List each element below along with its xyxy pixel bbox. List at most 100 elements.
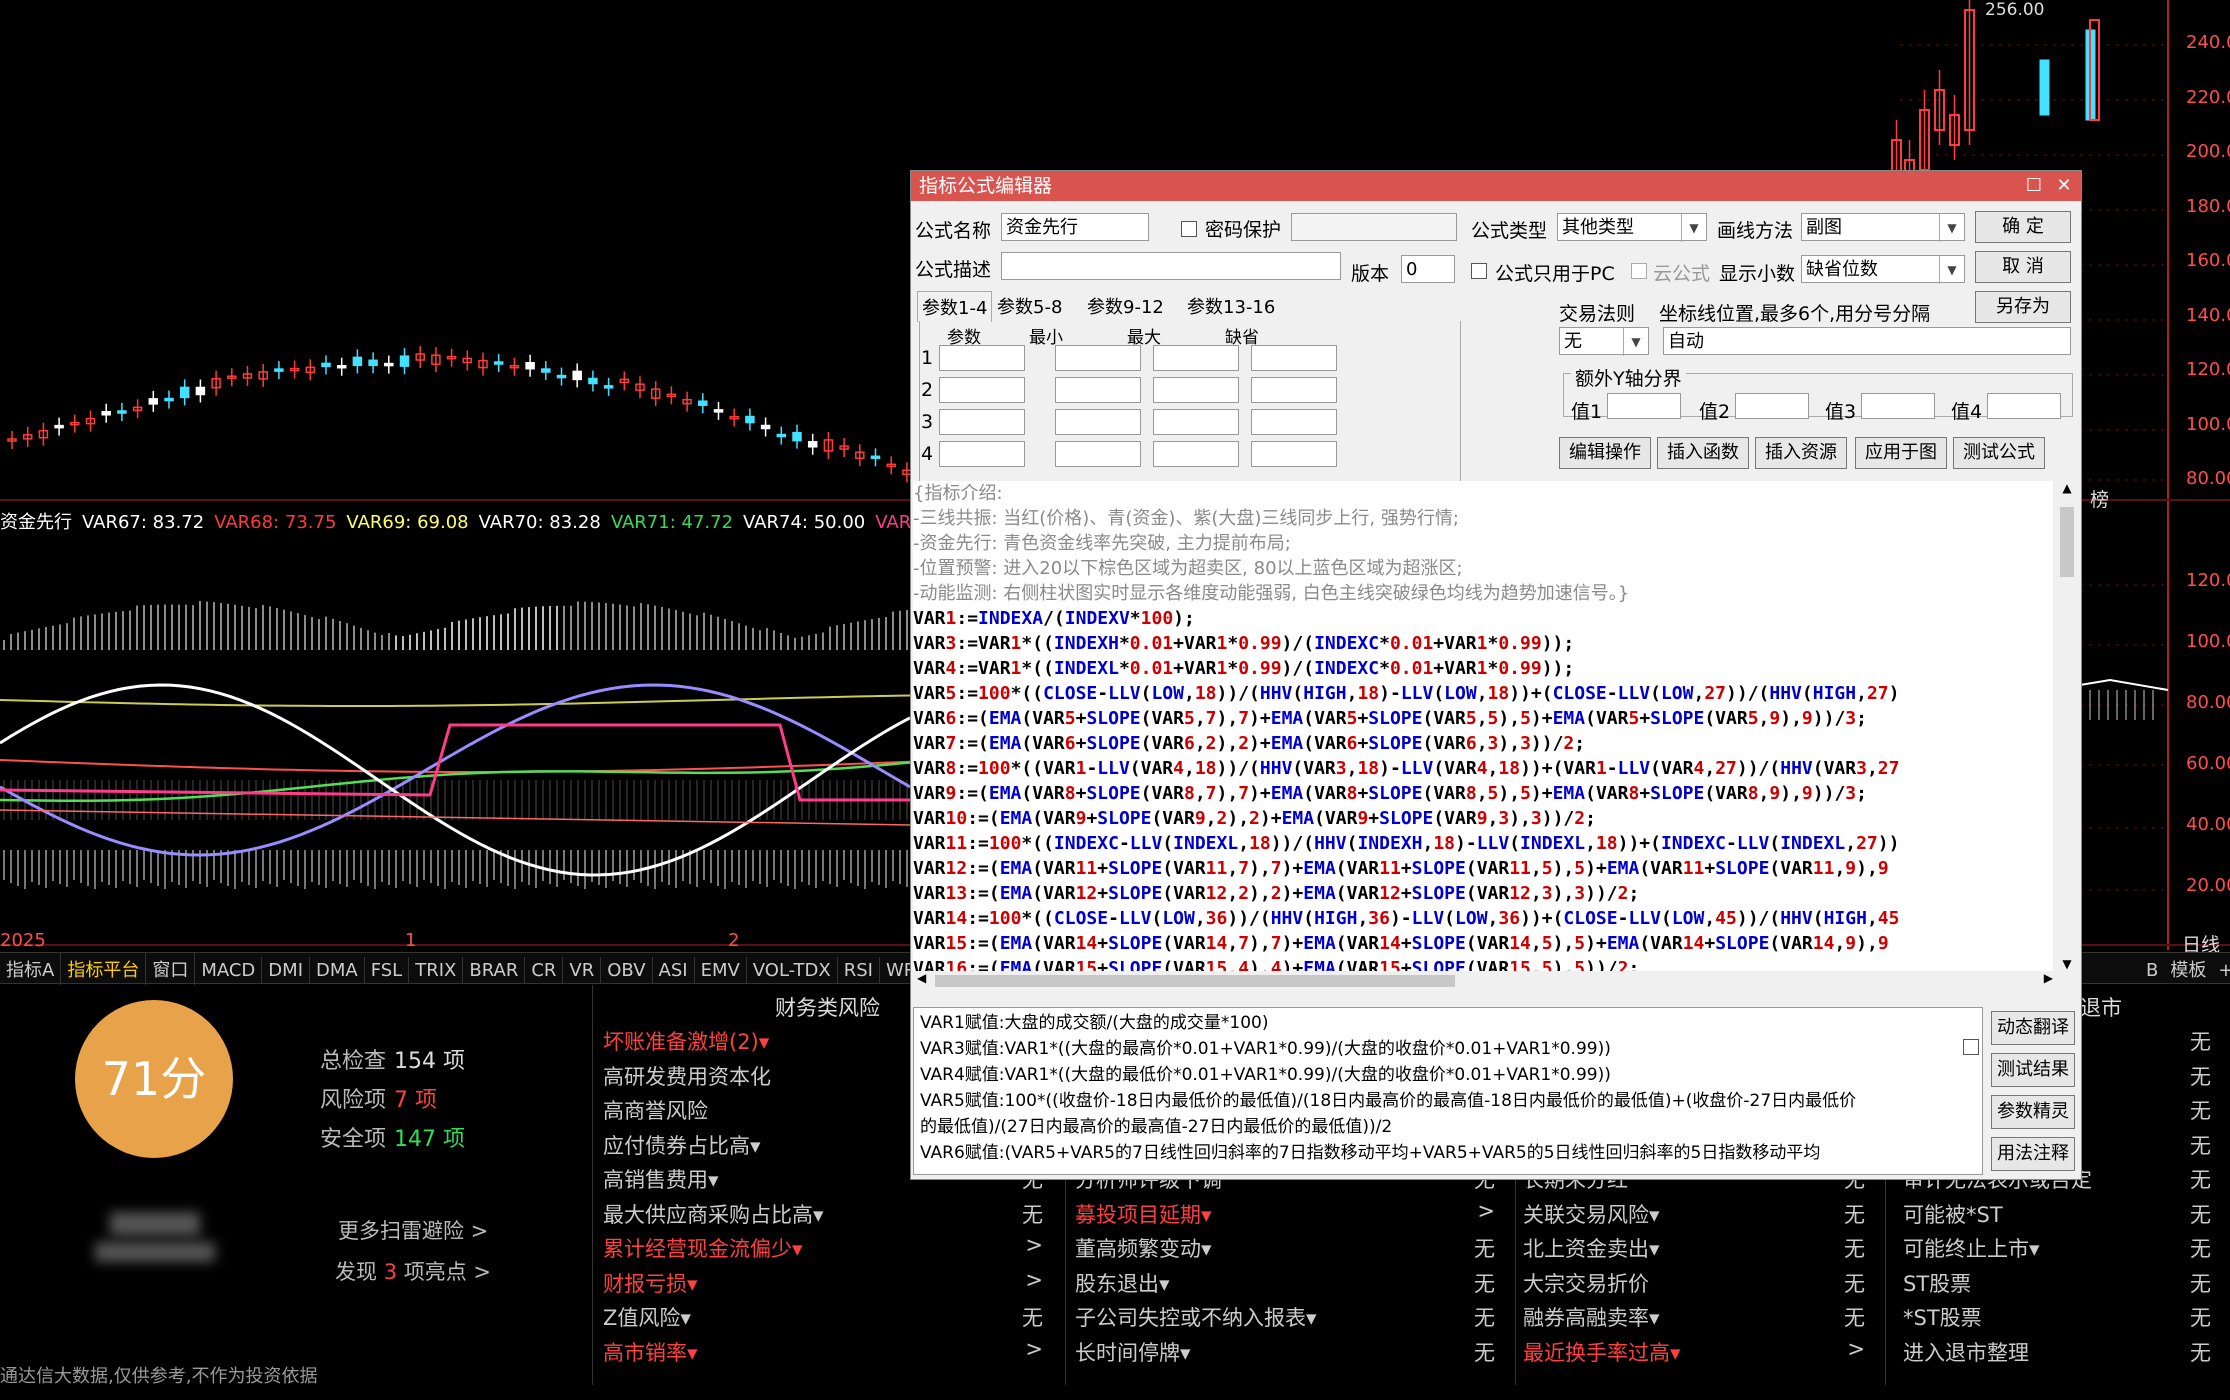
y-axis-value-input[interactable]: [1861, 393, 1935, 419]
scroll-thumb[interactable]: [2060, 507, 2074, 577]
risk-item[interactable]: 累计经营现金流偏少▾ >: [603, 1233, 1053, 1263]
tab-cr[interactable]: CR: [525, 957, 564, 984]
cloud-formula-checkbox[interactable]: [1631, 263, 1647, 279]
trade-rule-select[interactable]: 无 ▼: [1559, 327, 1649, 356]
tab-vol-tdx[interactable]: VOL-TDX: [747, 957, 838, 984]
risk-item[interactable]: 董高频繁变动▾ 无: [1075, 1233, 1505, 1263]
code-horizontal-scrollbar[interactable]: ◀ ▶: [913, 971, 2057, 991]
translation-checkbox[interactable]: [1963, 1039, 1979, 1055]
param-cell[interactable]: [1251, 377, 1337, 403]
pc-only-checkbox[interactable]: [1471, 263, 1487, 279]
risk-item[interactable]: 大宗交易折价 无: [1523, 1268, 1875, 1298]
param-cell[interactable]: [939, 441, 1025, 467]
action-button[interactable]: 应用于图: [1855, 437, 1947, 469]
tab-fsl[interactable]: FSL: [365, 957, 410, 984]
tab-obv[interactable]: OBV: [601, 957, 653, 984]
tab-指标a[interactable]: 指标A: [0, 953, 62, 985]
coord-line-input[interactable]: 自动: [1663, 327, 2071, 355]
save-as-button[interactable]: 另存为: [1975, 291, 2071, 323]
param-tab[interactable]: 参数9-12: [1083, 291, 1168, 321]
risk-item[interactable]: 可能终止上市▾ 无: [1903, 1233, 2221, 1263]
tab-rsi[interactable]: RSI: [838, 957, 880, 984]
chevron-down-icon[interactable]: ▼: [1623, 328, 1648, 356]
param-cell[interactable]: [1055, 377, 1141, 403]
decimals-select[interactable]: 缺省位数 ▼: [1801, 255, 1965, 284]
side-button[interactable]: 用法注释: [1991, 1137, 2075, 1171]
param-cell[interactable]: [1153, 345, 1239, 371]
tab-macd[interactable]: MACD: [195, 957, 263, 984]
param-cell[interactable]: [1153, 409, 1239, 435]
more-scan-link[interactable]: 更多扫雷避险 >: [338, 1215, 488, 1245]
tab-emv[interactable]: EMV: [695, 957, 747, 984]
tab-trix[interactable]: TRIX: [409, 957, 464, 984]
dialog-titlebar[interactable]: 指标公式编辑器 ☐ ✕: [911, 171, 2081, 201]
tab-right-item[interactable]: +: [2212, 957, 2230, 984]
formula-desc-input[interactable]: [1001, 252, 1341, 280]
param-tab[interactable]: 参数13-16: [1183, 291, 1279, 321]
formula-name-input[interactable]: 资金先行: [1001, 213, 1149, 241]
formula-code-editor[interactable]: {指标介绍: -三线共振: 当红(价格)、青(资金)、紫(大盘)三线同步上行, 强…: [913, 481, 2053, 971]
highlights-link[interactable]: 发现 3 项亮点 >: [335, 1256, 491, 1286]
tab-指标平台[interactable]: 指标平台: [61, 953, 147, 985]
cancel-button[interactable]: 取 消: [1975, 251, 2071, 283]
risk-item[interactable]: ST股票 无: [1903, 1268, 2221, 1298]
risk-item[interactable]: 融券高融卖率▾ 无: [1523, 1302, 1875, 1332]
ok-button[interactable]: 确 定: [1975, 211, 2071, 243]
tab-asi[interactable]: ASI: [653, 957, 695, 984]
y-axis-value-input[interactable]: [1607, 393, 1681, 419]
param-cell[interactable]: [1055, 409, 1141, 435]
param-cell[interactable]: [1251, 345, 1337, 371]
tab-right-item[interactable]: B: [2140, 957, 2164, 984]
param-cell[interactable]: [1251, 409, 1337, 435]
dynamic-translation-pane[interactable]: VAR1赋值:大盘的成交额/(大盘的成交量*100) VAR3赋值:VAR1*((…: [913, 1007, 1983, 1175]
maximize-icon[interactable]: ☐: [2019, 171, 2049, 201]
version-input[interactable]: 0: [1401, 255, 1455, 283]
risk-item[interactable]: 长时间停牌▾ 无: [1075, 1337, 1505, 1367]
scroll-thumb[interactable]: [935, 975, 1455, 987]
tab-brar[interactable]: BRAR: [463, 957, 526, 984]
tab-dmi[interactable]: DMI: [262, 957, 310, 984]
param-cell[interactable]: [1153, 377, 1239, 403]
tab-窗口[interactable]: 窗口: [146, 953, 196, 985]
risk-item[interactable]: 最近换手率过高▾ >: [1523, 1337, 1875, 1367]
risk-item[interactable]: 北上资金卖出▾ 无: [1523, 1233, 1875, 1263]
scroll-down-icon[interactable]: ▼: [2057, 957, 2077, 971]
param-cell[interactable]: [939, 345, 1025, 371]
action-button[interactable]: 插入资源: [1755, 437, 1847, 469]
risk-item[interactable]: 股东退出▾ 无: [1075, 1268, 1505, 1298]
param-cell[interactable]: [1055, 345, 1141, 371]
tab-vr[interactable]: VR: [563, 957, 602, 984]
side-button[interactable]: 动态翻译: [1991, 1011, 2075, 1045]
risk-item[interactable]: 进入退市整理 无: [1903, 1337, 2221, 1367]
chevron-down-icon[interactable]: ▼: [1681, 214, 1706, 242]
draw-method-select[interactable]: 副图 ▼: [1801, 213, 1965, 242]
param-tab[interactable]: 参数1-4: [917, 291, 993, 322]
risk-item[interactable]: 高市销率▾ >: [603, 1337, 1053, 1367]
chevron-down-icon[interactable]: ▼: [1939, 256, 1964, 284]
side-button[interactable]: 测试结果: [1991, 1053, 2075, 1087]
risk-item[interactable]: 募投项目延期▾ >: [1075, 1199, 1505, 1229]
risk-item[interactable]: 子公司失控或不纳入报表▾ 无: [1075, 1302, 1505, 1332]
risk-item[interactable]: 可能被*ST 无: [1903, 1199, 2221, 1229]
side-button[interactable]: 参数精灵: [1991, 1095, 2075, 1129]
password-input[interactable]: [1291, 213, 1457, 241]
param-cell[interactable]: [939, 377, 1025, 403]
risk-item[interactable]: Z值风险▾ 无: [603, 1302, 1053, 1332]
param-cell[interactable]: [939, 409, 1025, 435]
param-cell[interactable]: [1153, 441, 1239, 467]
param-cell[interactable]: [1251, 441, 1337, 467]
action-button[interactable]: 编辑操作: [1559, 437, 1651, 469]
action-button[interactable]: 测试公式: [1953, 437, 2045, 469]
param-tab[interactable]: 参数5-8: [993, 291, 1066, 321]
code-vertical-scrollbar[interactable]: ▲ ▼: [2057, 481, 2077, 971]
param-cell[interactable]: [1055, 441, 1141, 467]
password-checkbox[interactable]: [1181, 221, 1197, 237]
formula-type-select[interactable]: 其他类型 ▼: [1557, 213, 1707, 242]
scroll-left-icon[interactable]: ◀: [917, 971, 926, 985]
chevron-down-icon[interactable]: ▼: [1939, 214, 1964, 242]
y-axis-value-input[interactable]: [1987, 393, 2061, 419]
risk-item[interactable]: 关联交易风险▾ 无: [1523, 1199, 1875, 1229]
action-button[interactable]: 插入函数: [1657, 437, 1749, 469]
close-icon[interactable]: ✕: [2049, 171, 2079, 201]
tab-right-item[interactable]: 模板: [2164, 953, 2212, 985]
